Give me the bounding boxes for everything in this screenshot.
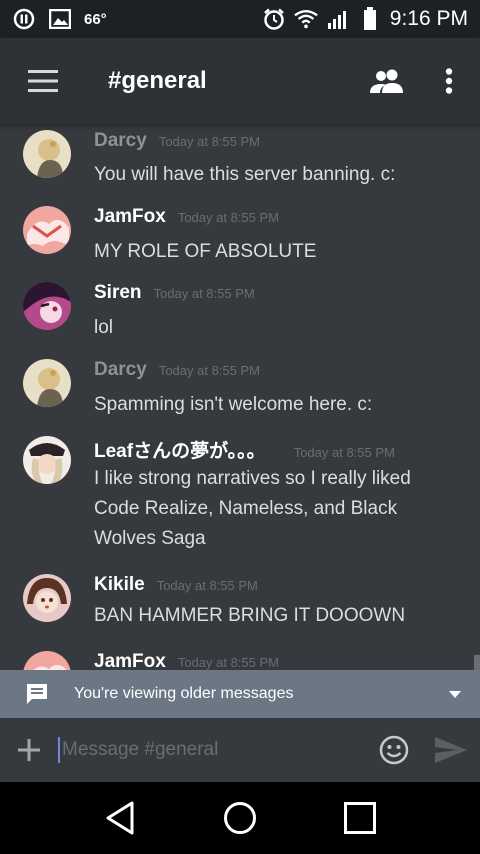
message-timestamp: Today at 8:55 PM [177, 210, 279, 225]
more-vert-icon[interactable] [418, 38, 480, 124]
pause-circle-icon [12, 7, 36, 31]
message-item: JamFox Today at 8:55 PM MY ROLE OF ABSOL… [0, 206, 470, 276]
members-icon[interactable] [356, 38, 418, 124]
message-author[interactable]: JamFox [94, 206, 166, 228]
message-timestamp: Today at 8:55 PM [156, 578, 258, 593]
message-item: Darcy Today at 8:55 PM You will have thi… [0, 130, 470, 200]
send-icon[interactable] [422, 718, 480, 782]
message-input[interactable] [62, 739, 342, 761]
message-list[interactable]: Darcy Today at 8:55 PM You will have thi… [0, 124, 480, 670]
message-text: lol [94, 317, 114, 338]
message-text: You will have this server banning. c: [94, 164, 396, 185]
message-author[interactable]: Siren [94, 282, 142, 304]
battery-icon [358, 7, 382, 31]
message-timestamp: Today at 8:55 PM [153, 286, 255, 301]
back-icon[interactable] [88, 786, 152, 850]
older-messages-banner[interactable]: You're viewing older messages [0, 670, 480, 718]
image-icon [48, 7, 72, 31]
message-item: Leafさんの夢が。。。 Today at 8:55 PM I like str… [0, 436, 470, 566]
status-bar: 66° 9:16 PM [0, 0, 480, 38]
message-timestamp: Today at 8:55 PM [158, 363, 260, 378]
message-item: Darcy Today at 8:55 PM Spamming isn't we… [0, 359, 470, 429]
message-text: MY ROLE OF ABSOLUTE [94, 241, 317, 262]
channel-toolbar: #general [0, 38, 480, 124]
signal-icon [326, 7, 350, 31]
avatar[interactable] [23, 359, 71, 407]
chat-bubble-icon [24, 681, 50, 707]
message-author[interactable]: JamFox [94, 651, 166, 670]
older-messages-text: You're viewing older messages [74, 685, 294, 702]
avatar[interactable] [23, 282, 71, 330]
emoji-icon[interactable] [366, 718, 422, 782]
recents-icon[interactable] [328, 786, 392, 850]
avatar[interactable] [23, 436, 71, 484]
avatar[interactable] [23, 206, 71, 254]
alarm-icon [262, 7, 286, 31]
message-author[interactable]: Darcy [94, 130, 147, 152]
system-nav-bar [0, 782, 480, 854]
message-item: Siren Today at 8:55 PM lol [0, 282, 470, 352]
avatar[interactable] [23, 574, 71, 622]
message-composer [0, 718, 480, 782]
avatar[interactable] [23, 651, 71, 670]
message-author[interactable]: Leafさんの夢が。。。 [94, 436, 266, 463]
avatar[interactable] [23, 130, 71, 178]
temperature: 66° [84, 10, 107, 28]
home-icon[interactable] [208, 786, 272, 850]
scrollbar-thumb[interactable] [474, 655, 480, 670]
add-attachment-icon[interactable] [0, 718, 58, 782]
hamburger-menu-icon[interactable] [0, 38, 86, 124]
message-text: Spamming isn't welcome here. c: [94, 394, 373, 415]
message-author[interactable]: Kikile [94, 574, 145, 596]
message-timestamp: Today at 8:55 PM [177, 655, 279, 670]
wifi-icon [294, 7, 318, 31]
clock: 9:16 PM [389, 7, 468, 30]
message-timestamp: Today at 8:55 PM [293, 445, 395, 460]
text-caret [58, 737, 60, 763]
message-timestamp: Today at 8:55 PM [158, 134, 260, 149]
channel-title: #general [108, 67, 207, 94]
chevron-down-icon[interactable] [430, 690, 480, 698]
message-text: I like strong narratives so I really lik… [94, 468, 411, 549]
message-item: JamFox Today at 8:55 PM [0, 651, 470, 670]
message-author[interactable]: Darcy [94, 359, 147, 381]
message-text: BAN HAMMER BRING IT DOOOWN [94, 605, 406, 626]
message-item: Kikile Today at 8:55 PM BAN HAMMER BRING… [0, 574, 470, 644]
